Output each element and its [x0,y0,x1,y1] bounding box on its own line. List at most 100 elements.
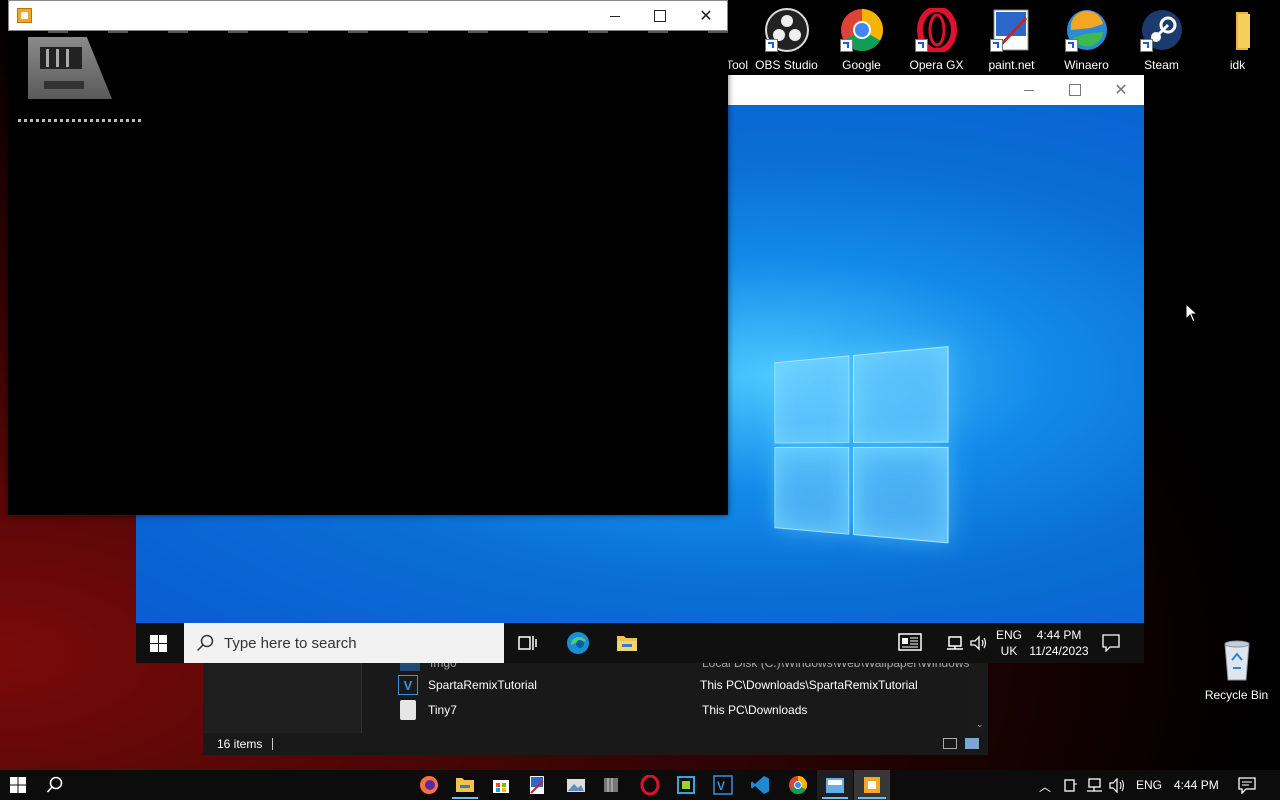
maximize-icon [1069,84,1081,96]
news-icon [898,633,922,651]
desktop-icon-label: Steam [1144,58,1179,72]
desktop-icon-paintnet[interactable]: paint.net [974,8,1049,72]
show-hidden-icons-button[interactable]: ︿ [1039,778,1051,795]
notifications-icon [1102,634,1120,653]
desktop-icon-label: idk [1229,58,1246,72]
chevron-up-icon: ︿ [1039,780,1052,794]
close-icon: ✕ [699,8,713,25]
windows-logo-wallpaper [774,346,949,550]
list-item[interactable]: V SpartaRemixTutorial This PC\Downloads\… [362,673,918,697]
desktop-icon-recycle-bin[interactable]: Recycle Bin [1199,638,1274,702]
desktop-icon-label: Winaero [1064,58,1109,72]
explorer-status-bar: 16 items [203,733,988,755]
desktop-icon-obs[interactable]: OBS Studio [749,8,824,72]
emulator-app-icon[interactable] [862,775,882,795]
search-button[interactable] [46,776,64,799]
lang-region: UK [1000,644,1018,658]
host-taskbar: V ︿ ENG 4:44 PM [0,770,1280,800]
close-icon: ✕ [1114,82,1128,99]
store-icon[interactable] [491,775,511,795]
close-button[interactable]: ✕ [683,1,729,31]
language-indicator[interactable]: ENG [1136,778,1162,792]
vm-start-button[interactable] [150,635,167,657]
file-path: This PC\Downloads\SpartaRemixTutorial [700,678,918,692]
desktop-icon-label: OBS Studio [755,58,818,72]
maximize-button[interactable] [637,1,683,31]
vm-language-indicator[interactable]: ENG UK [996,628,1022,658]
list-item[interactable]: Tiny7 This PC\Downloads [362,698,807,722]
details-view-icon[interactable] [943,738,957,749]
photos-icon[interactable] [566,775,586,795]
scroll-down-icon[interactable]: ⌄ [976,719,984,730]
file-name: SpartaRemixTutorial [428,678,537,692]
folder-icon [617,636,637,651]
opera-icon[interactable] [640,775,660,795]
vm-volume-icon[interactable] [970,635,988,656]
windows-start-icon [10,777,26,793]
app-tool-icon[interactable] [602,775,622,795]
usb-device-icon[interactable] [1062,778,1078,793]
file-name: Tiny7 [428,703,457,717]
vm-news-button[interactable] [898,633,922,656]
start-button[interactable] [10,777,26,798]
desktop-icon-idk[interactable]: idk [1200,8,1275,72]
clock-time: 4:44 PM [1036,628,1082,642]
emulator-titlebar[interactable]: ✕ [8,0,728,31]
desktop-icon-steam[interactable]: Steam [1124,8,1199,72]
desktop-icon-google[interactable]: Google [824,8,899,72]
desktop-icon-label: paint.net [988,58,1035,72]
svg-text:V: V [717,779,725,793]
obs-icon [764,8,809,52]
clock[interactable]: 4:44 PM [1174,778,1219,792]
firefox-icon[interactable] [419,775,439,795]
maximize-icon [654,10,666,22]
minimize-button[interactable] [1006,75,1052,105]
vscode-icon[interactable] [750,775,770,795]
vm-clock[interactable]: 4:44 PM 11/24/2023 [1026,628,1092,658]
chrome-icon [839,8,884,52]
minimize-icon [1024,89,1034,91]
search-icon [46,776,63,793]
vm-taskbar-edge[interactable] [566,631,590,660]
vegas-project-icon: V [398,675,418,695]
winaero-icon [1064,8,1109,52]
vm-search-box[interactable]: Type here to search [184,623,504,663]
steam-icon [1139,8,1184,52]
minimize-button[interactable] [592,1,638,31]
paintnet-icon[interactable] [527,775,547,795]
vm-action-center[interactable] [1102,634,1120,657]
desktop-icon-label: Recycle Bin [1204,688,1269,702]
file-explorer-icon[interactable] [455,775,475,795]
vegas-icon[interactable]: V [713,775,733,795]
tiles-view-icon[interactable] [965,738,979,749]
desktop-icon-winaero[interactable]: Winaero [1049,8,1124,72]
minimize-icon [610,15,620,17]
boot-progress-bar [18,119,144,122]
scanline-artifact [8,31,728,33]
lang-code: ENG [996,628,1023,642]
mouse-cursor-icon [1185,303,1199,323]
vm-taskbar-file-explorer[interactable] [616,633,638,658]
virtualbox-icon[interactable] [676,775,696,795]
desktop-icon-opera[interactable]: Opera GX [899,6,974,72]
task-view-icon [518,636,537,650]
volume-icon[interactable] [1109,778,1126,793]
boot-logo-icon [28,37,112,99]
opera-icon [914,6,959,54]
search-icon [196,634,214,652]
file-explorer-window: Img0 Local Disk (C:)\Windows\Web\Wallpap… [203,655,988,755]
explorer-scrollbar[interactable]: ⌄ [972,663,988,733]
desktop-icon-label: Google [842,58,881,72]
windows-start-icon [150,635,167,652]
chrome-icon[interactable] [788,775,808,795]
search-placeholder: Type here to search [224,634,357,652]
task-view-button[interactable] [518,634,538,657]
emulator-window: ✕ [8,0,728,515]
maximize-button[interactable] [1052,75,1098,105]
vm-network-icon[interactable] [946,635,964,656]
emulator-display[interactable] [8,31,728,515]
close-button[interactable]: ✕ [1098,75,1144,105]
folder-icon [1216,8,1260,52]
network-icon[interactable] [1086,778,1103,793]
notifications-icon[interactable] [1238,777,1256,794]
